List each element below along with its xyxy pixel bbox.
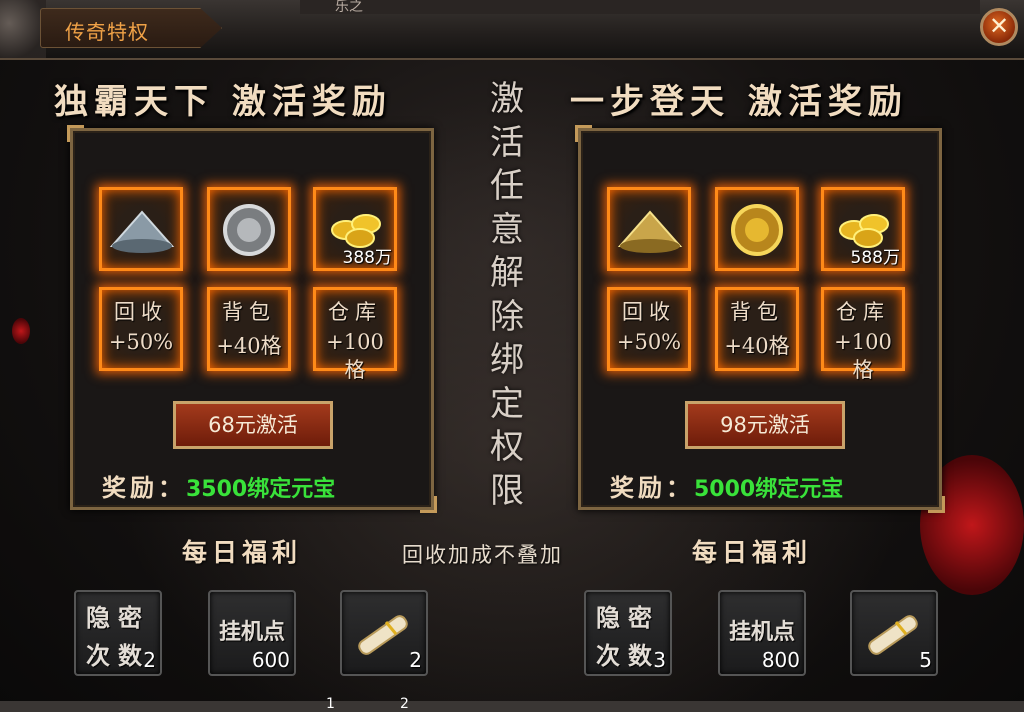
title-bar: 乐之 传奇特权 ✕ xyxy=(0,0,1024,60)
slot-qty: 3 xyxy=(653,648,666,672)
bonus-title: 回收 xyxy=(114,300,168,324)
slot-label-line2: 次数 xyxy=(596,641,660,670)
bonus-value: +50% xyxy=(616,330,682,354)
vertical-char: 解 xyxy=(490,253,524,293)
dragon-ornament-icon xyxy=(0,0,46,58)
slot-qty: 2 xyxy=(409,648,422,672)
center-vertical-text: 激 活 任 意 解 除 绑 定 权 限 xyxy=(487,78,527,513)
slot-qty: 2 xyxy=(143,648,156,672)
vertical-char: 绑 xyxy=(490,340,524,380)
right-reward-card: 588万 回收 +50% 背包 +40格 仓库 +100格 98元激活 xyxy=(575,125,945,513)
daily-slot-afk-points[interactable]: 挂机点 600 xyxy=(208,590,296,676)
slot-label-line1: 隐密 xyxy=(86,603,150,632)
vertical-char: 除 xyxy=(490,296,524,337)
activate-98-button[interactable]: 98元激活 xyxy=(685,401,845,449)
game-window: 乐之 传奇特权 ✕ 独霸天下 激活奖励 一步登天 激活奖励 激 活 任 意 解 … xyxy=(0,0,1024,712)
close-icon: ✕ xyxy=(988,12,1010,40)
vertical-char: 意 xyxy=(490,209,524,250)
bonus-value: +40格 xyxy=(724,334,790,358)
reward-value: 5000绑定元宝 xyxy=(694,477,844,502)
item-slot[interactable] xyxy=(607,187,691,271)
bonus-slot: 背包 +40格 xyxy=(715,287,799,371)
page-number[interactable]: 2 xyxy=(400,696,409,712)
slot-label-line1: 隐密 xyxy=(596,603,660,632)
left-daily-title: 每日福利 xyxy=(182,538,303,567)
left-card-header: 独霸天下 激活奖励 xyxy=(54,82,392,122)
bonus-value: +40格 xyxy=(216,334,282,358)
left-reward-line: 奖励：3500绑定元宝 xyxy=(102,468,335,503)
daily-slot-afk-points[interactable]: 挂机点 800 xyxy=(718,590,806,676)
slot-qty: 800 xyxy=(761,648,800,672)
bonus-slot: 回收 +50% xyxy=(99,287,183,371)
item-slot[interactable]: 388万 xyxy=(313,187,397,271)
bonus-title: 仓库 xyxy=(836,300,890,324)
bottom-bar xyxy=(0,701,1024,712)
top-strip: 乐之 xyxy=(300,0,980,15)
slot-label: 挂机点 xyxy=(728,619,795,645)
close-button[interactable]: ✕ xyxy=(980,8,1018,46)
slot-label-line2: 次数 xyxy=(86,641,150,670)
right-reward-line: 奖励：5000绑定元宝 xyxy=(610,468,843,503)
title-tab: 传奇特权 xyxy=(40,8,222,48)
reward-value: 3500绑定元宝 xyxy=(186,477,336,502)
bonus-title: 背包 xyxy=(222,300,276,324)
bonus-slot: 仓库 +100格 xyxy=(313,287,397,382)
item-slot[interactable] xyxy=(99,187,183,271)
item-qty: 588万 xyxy=(850,248,900,268)
daily-slot-scroll[interactable]: 2 xyxy=(340,590,428,676)
slot-qty: 5 xyxy=(919,648,932,672)
bonus-title: 回收 xyxy=(622,300,676,324)
vertical-char: 激 xyxy=(490,79,524,119)
top-strip-text: 乐之 xyxy=(335,0,363,15)
item-qty: 388万 xyxy=(342,248,392,268)
vertical-char: 活 xyxy=(490,122,524,163)
bamboo-hat-silver-icon xyxy=(109,210,175,253)
bonus-title: 仓库 xyxy=(328,300,382,324)
item-slot[interactable]: 588万 xyxy=(821,187,905,271)
slot-label: 挂机点 xyxy=(218,619,285,645)
bonus-slot: 背包 +40格 xyxy=(207,287,291,371)
bamboo-hat-gold-icon xyxy=(617,210,683,253)
bonus-value: +50% xyxy=(108,330,174,354)
daily-slot-scroll[interactable]: 5 xyxy=(850,590,938,676)
daily-slot-hidden-count[interactable]: 隐密 次数 3 xyxy=(584,590,672,676)
bonus-not-stack-note: 回收加成不叠加 xyxy=(402,543,563,567)
daily-slot-hidden-count[interactable]: 隐密 次数 2 xyxy=(74,590,162,676)
left-reward-card: 388万 回收 +50% 背包 +40格 仓库 +100格 68元激活 xyxy=(67,125,437,513)
window-title: 传奇特权 xyxy=(65,20,149,44)
item-slot[interactable] xyxy=(715,187,799,271)
reward-label: 奖励： xyxy=(102,473,186,502)
round-shield-silver-icon xyxy=(223,204,275,256)
activate-68-button[interactable]: 68元激活 xyxy=(173,401,333,449)
reward-label: 奖励： xyxy=(610,473,694,502)
bonus-value: +100格 xyxy=(834,330,892,382)
vertical-char: 限 xyxy=(490,470,524,511)
bonus-title: 背包 xyxy=(730,300,784,324)
item-slot[interactable] xyxy=(207,187,291,271)
vertical-char: 任 xyxy=(490,166,524,206)
vertical-char: 定 xyxy=(490,383,524,424)
bonus-value: +100格 xyxy=(326,330,384,382)
bonus-slot: 回收 +50% xyxy=(607,287,691,371)
page-number[interactable]: 1 xyxy=(326,696,335,712)
right-card-header: 一步登天 激活奖励 xyxy=(570,82,908,122)
red-splatter-decoration xyxy=(12,318,30,344)
bonus-slot: 仓库 +100格 xyxy=(821,287,905,382)
slot-qty: 600 xyxy=(251,648,290,672)
round-shield-gold-icon xyxy=(731,204,783,256)
vertical-char: 权 xyxy=(490,427,524,467)
right-daily-title: 每日福利 xyxy=(692,538,813,567)
